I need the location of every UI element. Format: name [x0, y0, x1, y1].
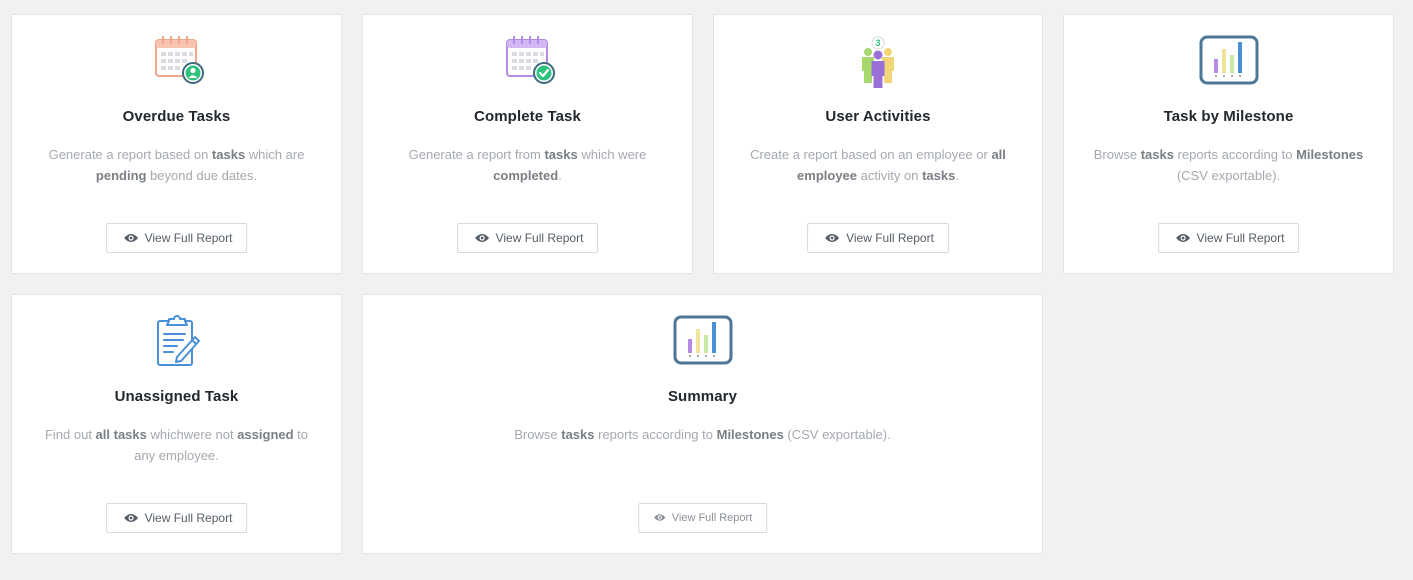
- view-full-report-button[interactable]: View Full Report: [807, 223, 949, 253]
- card-description: Generate a report based on tasks which a…: [48, 147, 305, 183]
- milestone-chart-icon: [1199, 35, 1259, 91]
- eye-icon: [653, 513, 665, 521]
- card-description: Find out all tasks whichwere not assigne…: [44, 427, 309, 463]
- card-title: Summary: [667, 388, 738, 405]
- report-card-user-activities: 3 User Activities Create a report based …: [713, 14, 1043, 274]
- view-full-report-button[interactable]: View Full Report: [456, 223, 599, 253]
- eye-icon: [474, 233, 489, 242]
- eye-icon: [123, 233, 138, 242]
- report-card-complete-task: Complete Task Generate a report from tas…: [362, 14, 693, 274]
- card-description: Browse tasks reports according to Milest…: [1093, 147, 1364, 183]
- eye-icon: [123, 513, 138, 522]
- report-card-overdue-tasks: Overdue Tasks Generate a report based on…: [11, 14, 342, 274]
- report-card-summary: Summary Browse tasks reports according t…: [362, 294, 1043, 554]
- card-description: Generate a report from tasks which were …: [408, 147, 647, 183]
- card-title: Unassigned Task: [114, 388, 239, 405]
- view-full-report-button[interactable]: View Full Report: [105, 503, 248, 533]
- eye-icon: [1175, 233, 1190, 242]
- milestone-chart-icon: [673, 315, 733, 371]
- report-card-task-by-milestone: Task by Milestone Browse tasks reports a…: [1063, 14, 1394, 274]
- card-title: Overdue Tasks: [122, 108, 231, 125]
- card-title: User Activities: [825, 108, 931, 125]
- card-title: Task by Milestone: [1163, 108, 1294, 125]
- calendar-user-icon: [147, 35, 207, 91]
- card-title: Complete Task: [474, 108, 581, 125]
- view-full-report-button[interactable]: View Full Report: [637, 503, 768, 533]
- calendar-check-icon: [498, 35, 558, 91]
- eye-icon: [825, 233, 840, 242]
- card-description: Browse tasks reports according to Milest…: [514, 427, 891, 442]
- view-full-report-button[interactable]: View Full Report: [105, 223, 248, 253]
- clipboard-pen-icon: [147, 315, 207, 371]
- card-description: Create a report based on an employee or …: [750, 147, 1006, 183]
- svg-text:3: 3: [875, 38, 880, 48]
- users-group-icon: 3: [848, 35, 908, 91]
- view-full-report-button[interactable]: View Full Report: [1157, 223, 1300, 253]
- report-card-unassigned-task: Unassigned Task Find out all tasks which…: [11, 294, 342, 554]
